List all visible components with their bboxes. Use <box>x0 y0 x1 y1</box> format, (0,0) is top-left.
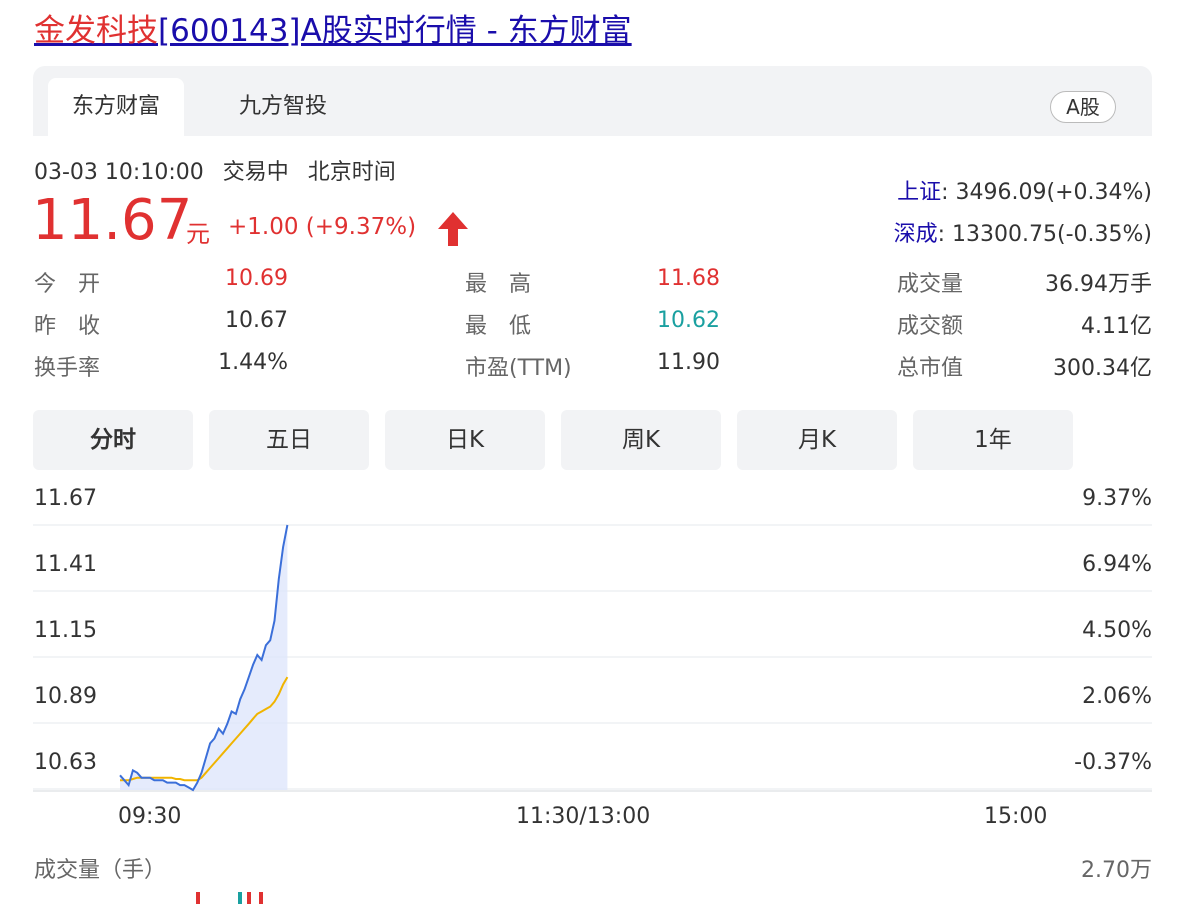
volume-bar <box>247 892 251 904</box>
volume-bar <box>238 892 242 904</box>
y-pct-tick-label: 6.94% <box>1082 552 1152 577</box>
volume-bar <box>196 892 200 904</box>
y-tick-label: 10.63 <box>34 750 97 775</box>
x-tick-label: 11:30/13:00 <box>516 804 651 829</box>
volume-max-label: 2.70万 <box>1081 858 1152 883</box>
y-pct-tick-label: 2.06% <box>1082 684 1152 709</box>
y-tick-label: 11.67 <box>34 486 97 511</box>
y-tick-label: 11.15 <box>34 618 97 643</box>
x-tick-label: 09:30 <box>118 804 182 829</box>
volume-bar <box>259 892 263 904</box>
y-pct-tick-label: 4.50% <box>1082 618 1152 643</box>
y-pct-tick-label: 9.37% <box>1082 486 1152 511</box>
x-tick-label: 15:00 <box>984 804 1048 829</box>
volume-label: 成交量（手） <box>34 858 167 883</box>
intraday-chart <box>33 524 1152 904</box>
y-tick-label: 11.41 <box>34 552 97 577</box>
y-tick-label: 10.89 <box>34 684 97 709</box>
y-pct-tick-label: -0.37% <box>1074 750 1152 775</box>
